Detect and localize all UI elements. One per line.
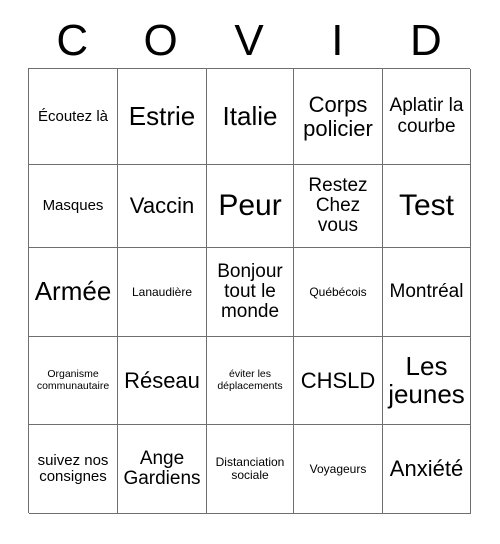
bingo-cell[interactable]: Aplatir la courbe: [383, 69, 471, 165]
bingo-cell-label: Lanaudière: [131, 284, 193, 299]
bingo-cell[interactable]: Organisme communautaire: [29, 337, 118, 425]
bingo-cell[interactable]: Québécois: [294, 248, 383, 337]
bingo-cell-label: Les jeunes: [388, 350, 465, 409]
bingo-cell[interactable]: Restez Chez vous: [294, 165, 383, 248]
bingo-cell-label: Montréal: [389, 280, 464, 302]
bingo-cell[interactable]: éviter les déplacements: [207, 337, 294, 425]
bingo-cell[interactable]: Bonjour tout le monde: [207, 248, 294, 337]
bingo-cell-label: Voyageurs: [309, 461, 367, 476]
bingo-cell[interactable]: suivez nos consignes: [29, 425, 118, 514]
bingo-cell[interactable]: Test: [383, 165, 471, 248]
bingo-cell[interactable]: Peur: [207, 165, 294, 248]
bingo-cell-label: éviter les déplacements: [217, 368, 283, 392]
bingo-cell-label: Italie: [222, 100, 278, 131]
bingo-cell-label: Test: [398, 189, 455, 223]
bingo-cell[interactable]: Italie: [207, 69, 294, 165]
bingo-cell-label: Estrie: [128, 100, 196, 131]
bingo-cell[interactable]: Vaccin: [118, 165, 207, 248]
bingo-cell-label: Réseau: [124, 367, 200, 393]
bingo-cell[interactable]: Masques: [29, 165, 118, 248]
bingo-cell[interactable]: Ange Gardiens: [118, 425, 207, 514]
header-letter-v: V: [234, 16, 264, 65]
bingo-cell-label: Ange Gardiens: [123, 447, 201, 489]
bingo-cell-label: Distanciation sociale: [215, 455, 285, 482]
bingo-cell-label: CHSLD: [300, 367, 376, 393]
header-letter-d: D: [409, 16, 442, 65]
bingo-cell[interactable]: Réseau: [118, 337, 207, 425]
bingo-cell[interactable]: Les jeunes: [383, 337, 471, 425]
bingo-cell-label: Masques: [42, 197, 104, 215]
bingo-cell-label: Armée: [34, 276, 112, 307]
bingo-cell[interactable]: Anxiété: [383, 425, 471, 514]
bingo-cell-label: Peur: [218, 189, 282, 223]
bingo-cell[interactable]: Voyageurs: [294, 425, 383, 514]
bingo-cell-label: Restez Chez vous: [308, 174, 368, 237]
bingo-header-row: C O V I D: [28, 16, 470, 66]
bingo-cell-label: suivez nos consignes: [37, 452, 109, 485]
header-letter-o: O: [143, 16, 178, 65]
bingo-cell-label: Corps policier: [303, 92, 373, 141]
header-letter-i: I: [331, 16, 344, 65]
bingo-cell-label: Québécois: [309, 284, 367, 299]
bingo-cell-label: Écoutez là: [37, 107, 109, 125]
bingo-cell[interactable]: Lanaudière: [118, 248, 207, 337]
bingo-cell-label: Vaccin: [129, 193, 195, 219]
bingo-cell[interactable]: Distanciation sociale: [207, 425, 294, 514]
bingo-cell[interactable]: Écoutez là: [29, 69, 118, 165]
bingo-cell[interactable]: CHSLD: [294, 337, 383, 425]
bingo-cell[interactable]: Corps policier: [294, 69, 383, 165]
bingo-cell[interactable]: Montréal: [383, 248, 471, 337]
bingo-cell[interactable]: Estrie: [118, 69, 207, 165]
bingo-cell[interactable]: Armée: [29, 248, 118, 337]
bingo-cell-label: Anxiété: [389, 456, 464, 482]
bingo-cell-label: Organisme communautaire: [36, 368, 110, 392]
bingo-cell-label: Bonjour tout le monde: [217, 260, 283, 323]
bingo-card: C O V I D Écoutez là Estrie Italie Corps…: [0, 0, 500, 544]
bingo-grid: Écoutez là Estrie Italie Corps policier …: [28, 68, 471, 514]
header-letter-c: C: [56, 16, 89, 65]
bingo-cell-label: Aplatir la courbe: [389, 95, 464, 137]
